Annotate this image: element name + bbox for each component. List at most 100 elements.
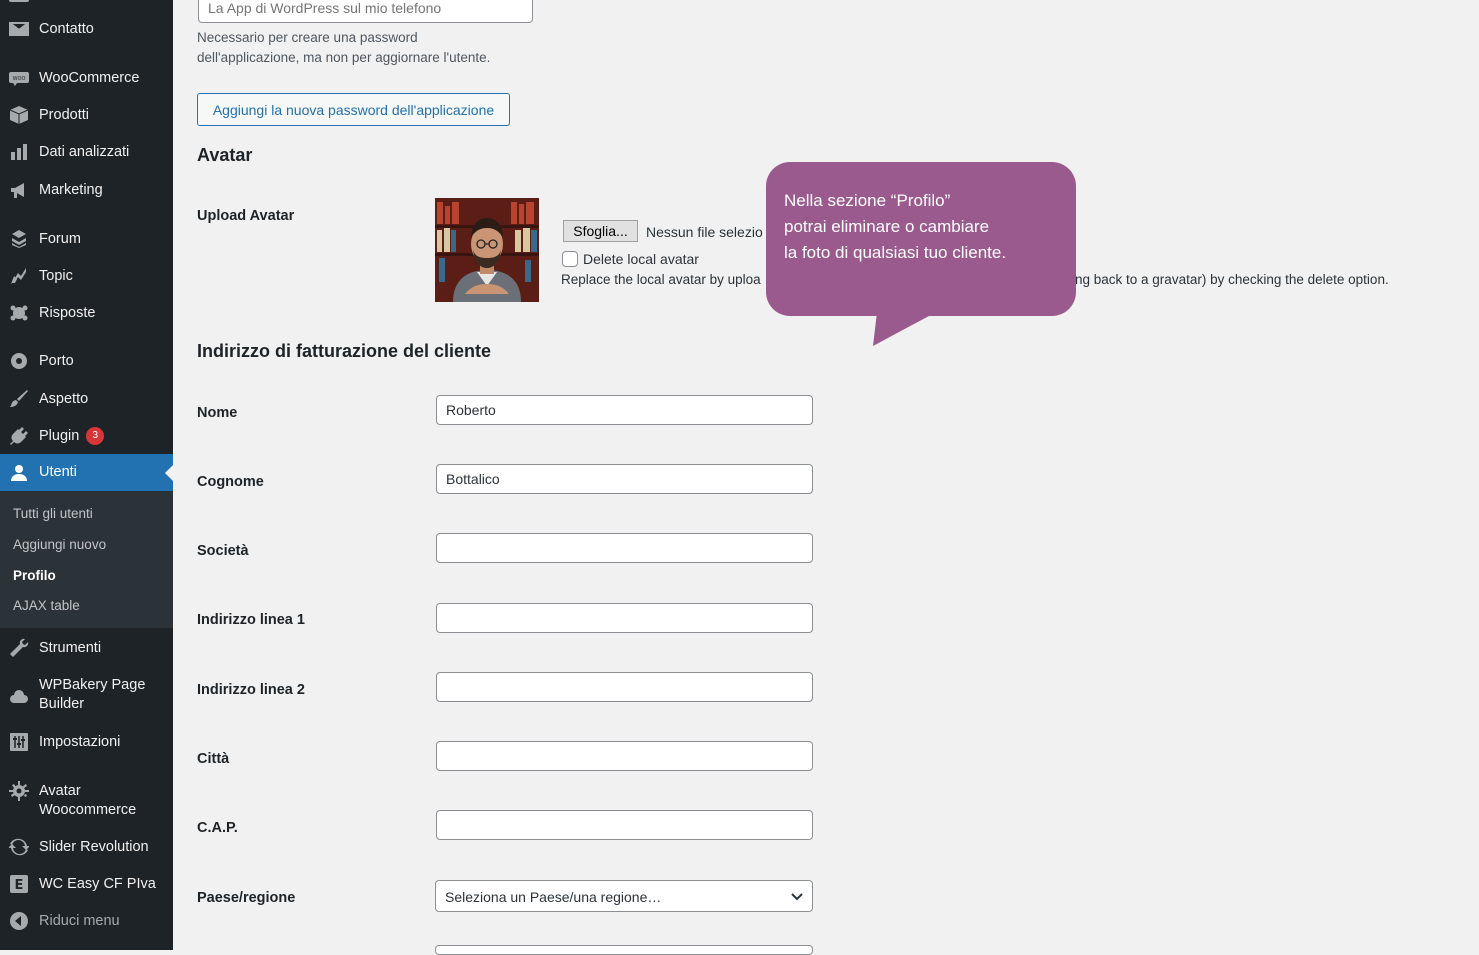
refresh-icon [9,837,29,857]
app-password-description-line1: Necessario per creare una password [197,30,418,45]
sidebar-item-label: WooCommerce [39,69,140,86]
sidebar-item-porto[interactable]: Porto [0,343,173,379]
gear-icon [9,781,29,801]
sidebar-item-label: Avatar Woocommerce [39,783,137,818]
sidebar-item-wpbakery[interactable]: WPBakery Page Builder [0,675,173,715]
callout-line-3: la foto di qualsiasi tuo cliente. [784,243,1007,262]
sidebar-item-label: Impostazioni [39,733,121,750]
field-label-citta: Città [197,751,230,767]
sidebar-item-label: WPBakery Page Builder [39,677,146,712]
sidebar-item-woocommerce[interactable]: WOO WooCommerce [0,60,173,96]
field-label-nome: Nome [197,405,238,421]
sidebar-item-prodotti[interactable]: Prodotti [0,97,173,133]
no-file-selected-text: Nessun file selezio [646,224,763,240]
next-field-top-edge [435,945,813,955]
sidebar-item-label: WC Easy CF PIva [39,875,156,892]
collapse-icon [9,911,29,931]
callout-line-2: potrai eliminare o cambiare [784,217,990,236]
avatar-help-text-right: ng back to a gravatar) by checking the d… [1075,272,1389,287]
field-label-indirizzo-2: Indirizzo linea 2 [197,682,305,698]
submenu-item-profilo[interactable]: Profilo [13,568,56,583]
field-label-paese: Paese/regione [197,890,296,906]
users-submenu: Tutti gli utenti Aggiungi nuovo Profilo … [0,491,173,628]
sidebar-item-wc-easy-cf-piva[interactable]: E WC Easy CF PIva [0,866,173,902]
browse-file-button-label: Sfoglia... [573,223,628,239]
country-select-value: Seleziona un Paese/una regione… [445,889,662,905]
billing-address-2-input[interactable] [436,672,813,702]
plugin-icon [9,426,29,446]
add-app-password-button[interactable]: Aggiungi la nuova password dell'applicaz… [197,93,510,126]
brush-icon [9,389,29,409]
sidebar-item-label: Risposte [39,304,96,321]
topic-icon [9,266,29,286]
submenu-item-aggiungi-nuovo[interactable]: Aggiungi nuovo [13,537,106,552]
field-label-cognome: Cognome [197,474,264,490]
svg-text:WOO: WOO [13,76,26,82]
wrench-icon [9,638,29,658]
sidebar-item-label: Topic [39,267,73,284]
sidebar-item-strumenti[interactable]: Strumenti [0,630,173,666]
sidebar-item-label: Slider Revolution [39,838,149,855]
user-icon [9,463,29,483]
billing-last-name-input[interactable] [436,464,813,494]
upload-avatar-label: Upload Avatar [197,208,295,224]
submenu-item-ajax-table[interactable]: AJAX table [13,598,80,613]
avatar-image [435,198,539,302]
sidebar-item-contatto[interactable]: Contatto [0,11,173,47]
callout-line-1: Nella sezione “Profilo” [784,191,951,210]
sidebar-item-slider-revolution[interactable]: Slider Revolution [0,829,173,865]
chevron-down-icon [790,890,804,909]
sidebar-item-label: Contatto [39,20,94,37]
megaphone-icon [9,180,29,200]
e-logo-icon: E [9,874,29,894]
billing-address-1-input[interactable] [436,603,813,633]
woocommerce-icon: WOO [9,68,29,88]
sidebar-item-aspetto[interactable]: Aspetto [0,381,173,417]
sidebar-item-utenti[interactable]: Utenti [0,454,173,491]
sidebar-item-riduci-menu[interactable]: Riduci menu [0,903,173,939]
app-password-description-line2: dell'applicazione, ma non per aggiornare… [197,50,491,65]
field-label-cap: C.A.P. [197,820,238,836]
sidebar-item-impostazioni[interactable]: Impostazioni [0,724,173,760]
billing-first-name-input[interactable] [436,395,813,425]
sidebar-item-label: Plugin 3 [39,426,105,446]
partial-menu-icon [9,0,29,2]
admin-sidebar: Contatto WOO WooCommerce Prodotti Dati a… [0,0,173,950]
box-icon [9,105,29,125]
submenu-item-tutti-gli-utenti[interactable]: Tutti gli utenti [13,506,93,521]
billing-address-heading: Indirizzo di fatturazione del cliente [197,341,492,361]
sidebar-item-risposte[interactable]: Risposte [0,295,173,331]
sidebar-item-avatar-woocommerce[interactable]: Avatar Woocommerce [0,781,173,821]
svg-text:E: E [15,878,24,893]
sidebar-item-topic[interactable]: Topic [0,258,173,294]
sidebar-item-marketing[interactable]: Marketing [0,172,173,208]
billing-company-input[interactable] [436,533,813,563]
sidebar-item-forum[interactable]: Forum [0,221,173,257]
tutorial-callout: Nella sezione “Profilo” potrai eliminare… [766,162,1076,316]
sidebar-item-label: Forum [39,230,81,247]
billing-postcode-input[interactable] [436,810,813,840]
sidebar-item-label: Utenti [39,464,77,480]
field-label-societa: Società [197,543,249,559]
replies-icon [9,303,29,323]
app-password-name-input[interactable] [198,0,533,23]
billing-country-select[interactable]: Seleziona un Paese/una regione… [435,880,813,912]
sidebar-item-plugin[interactable]: Plugin 3 [0,418,173,454]
envelope-icon [9,19,29,39]
delete-avatar-label: Delete local avatar [583,251,699,267]
callout-pointer [873,312,929,346]
avatar-help-text-left: Replace the local avatar by uploa [561,272,761,287]
sidebar-item-label: Strumenti [39,639,102,656]
forum-icon [9,229,29,249]
delete-avatar-checkbox[interactable] [562,251,578,267]
porto-icon [9,351,29,371]
cloud-icon [9,687,29,707]
sidebar-item-label: Aspetto [39,390,89,407]
browse-file-button[interactable]: Sfoglia... [563,220,638,242]
sidebar-item-dati-analizzati[interactable]: Dati analizzati [0,134,173,170]
update-count-badge: 3 [86,426,105,445]
bar-chart-icon [9,142,29,162]
billing-city-input[interactable] [436,741,813,771]
main-content: Necessario per creare una password dell'… [173,0,1479,955]
sidebar-item-label: Prodotti [39,106,89,123]
